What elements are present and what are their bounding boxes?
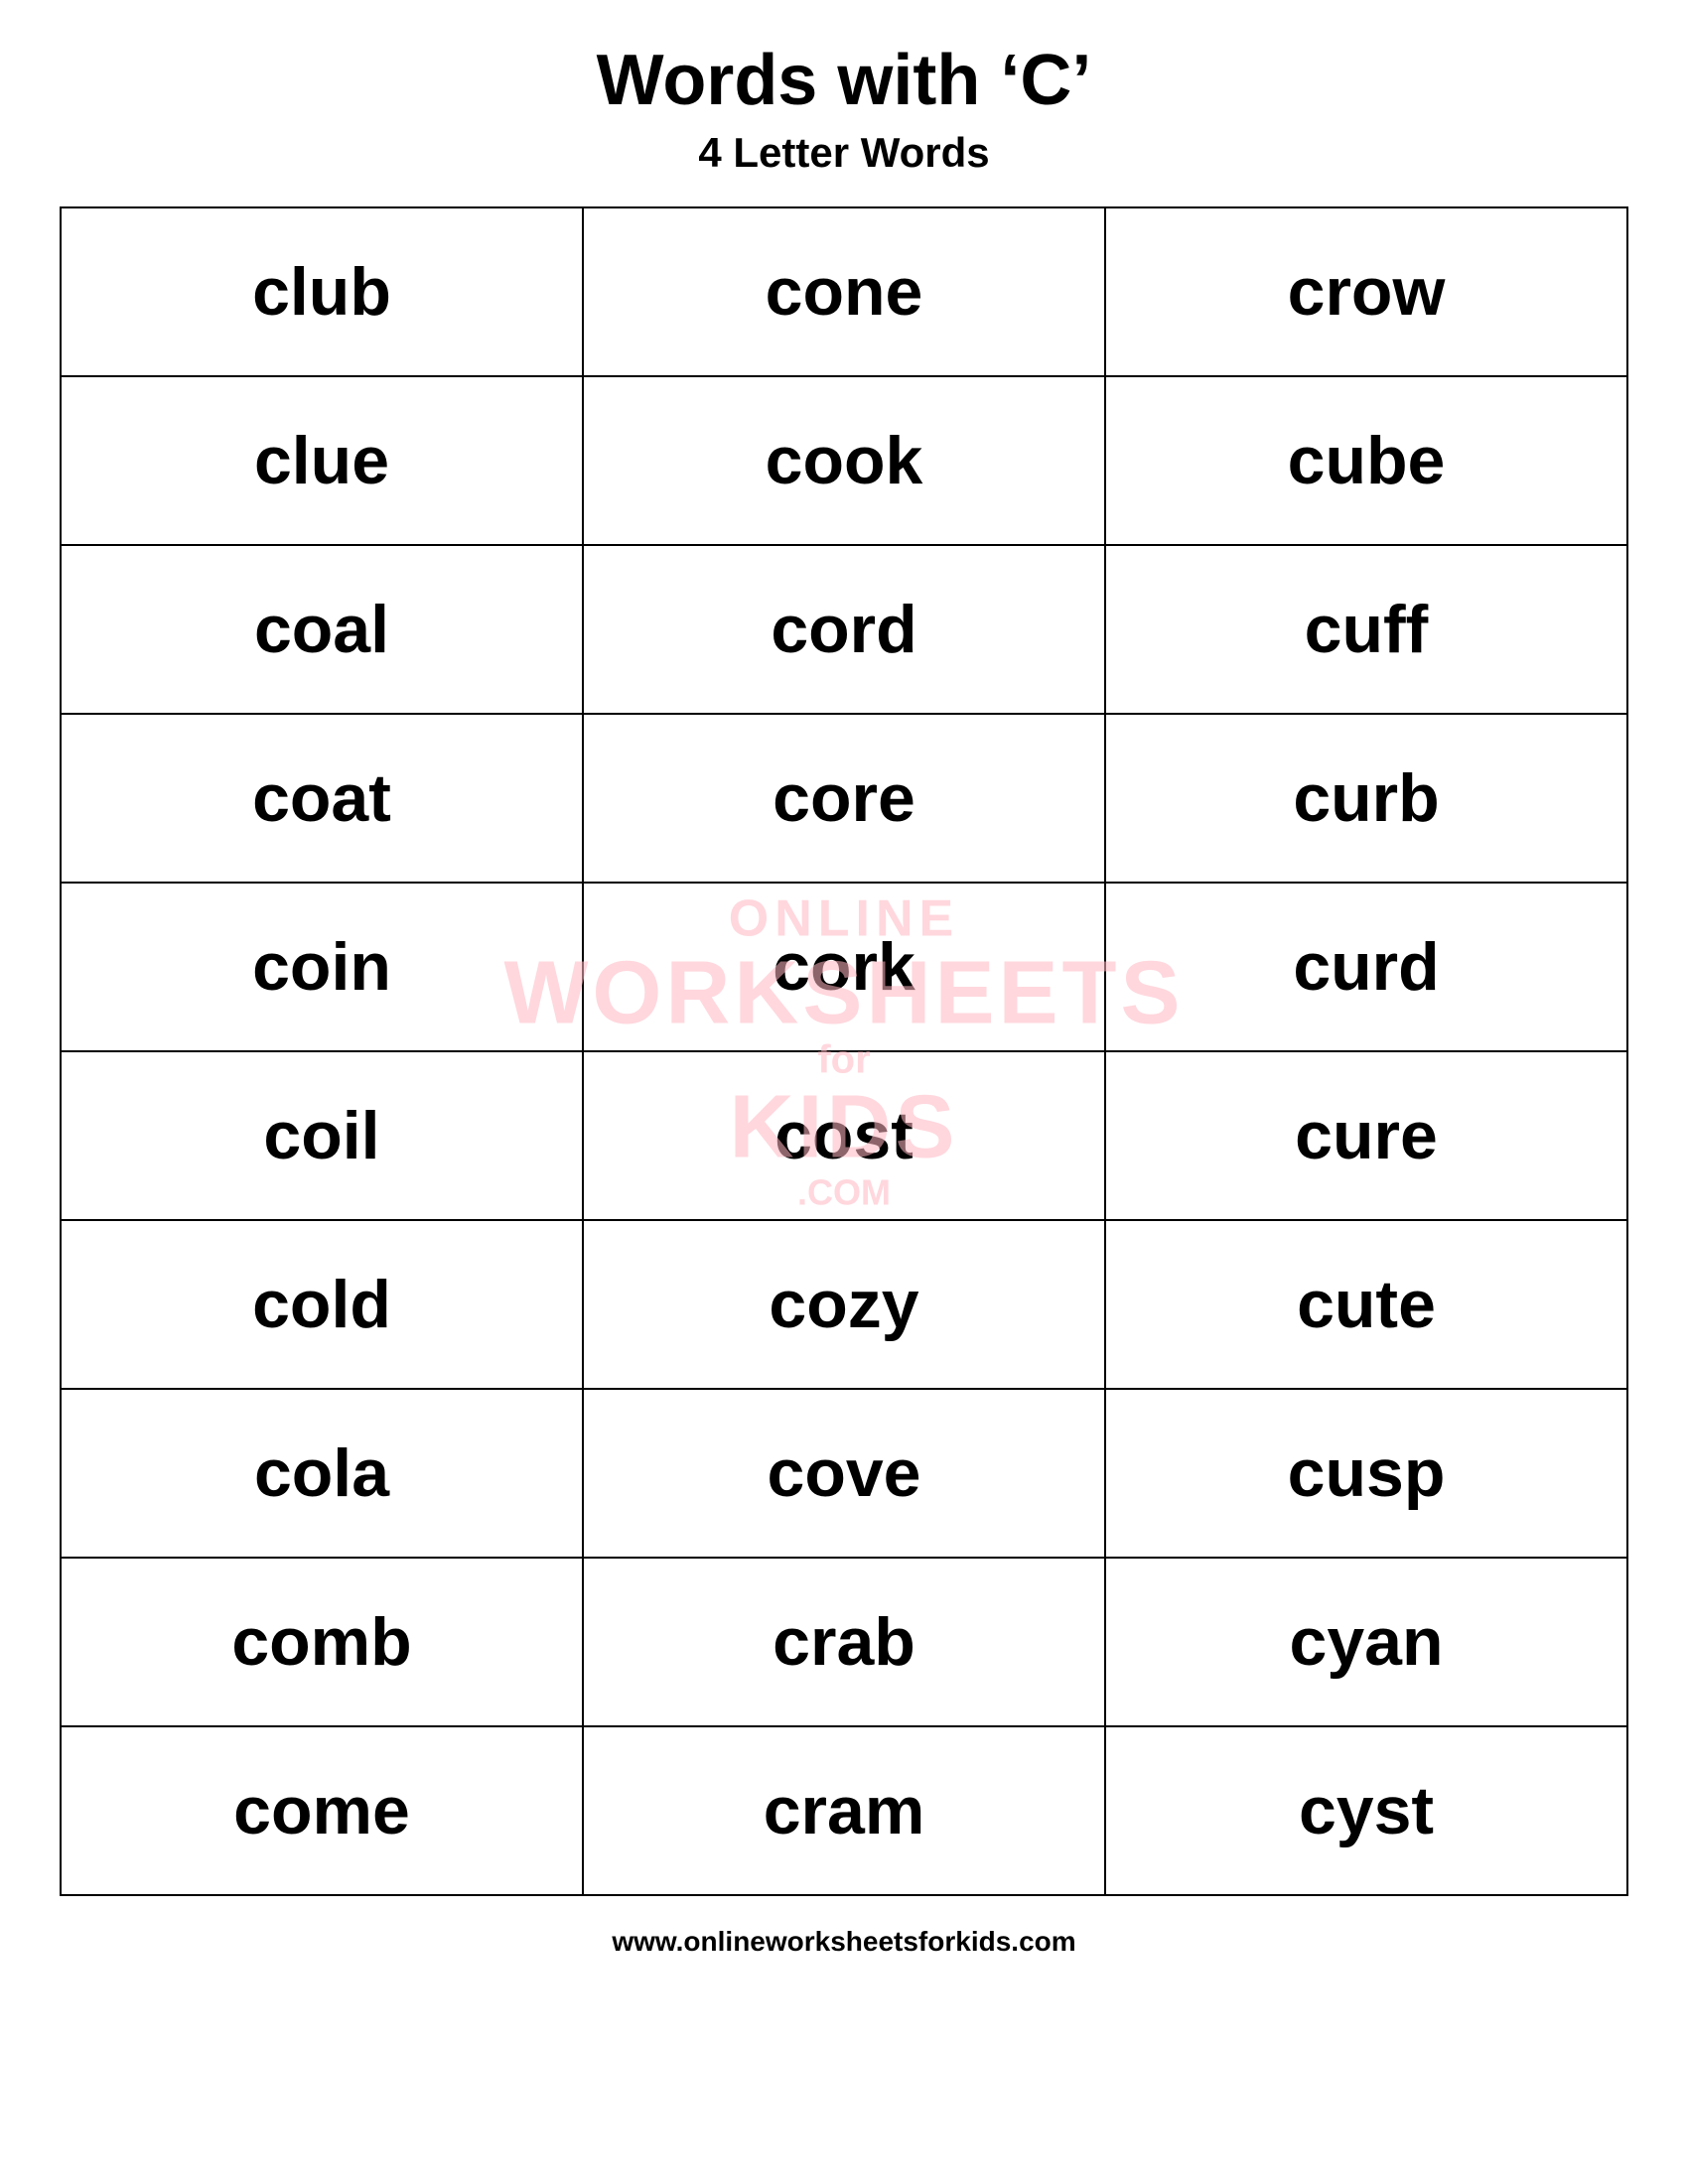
word-cell: cola (61, 1389, 583, 1558)
word-cell: club (61, 207, 583, 376)
word-cell: cure (1105, 1051, 1627, 1220)
word-cell: cube (1105, 376, 1627, 545)
page-subtitle: 4 Letter Words (698, 129, 989, 177)
word-cell: coin (61, 883, 583, 1051)
table-row: cluecookcube (61, 376, 1627, 545)
table-row: comecramcyst (61, 1726, 1627, 1895)
page-title: Words with ‘C’ (597, 40, 1092, 121)
word-cell: cram (583, 1726, 1105, 1895)
word-cell: crab (583, 1558, 1105, 1726)
word-cell: cook (583, 376, 1105, 545)
footer-url: www.onlineworksheetsforkids.com (612, 1926, 1075, 1958)
word-cell: coil (61, 1051, 583, 1220)
word-cell: cyst (1105, 1726, 1627, 1895)
word-cell: coal (61, 545, 583, 714)
word-cell: cozy (583, 1220, 1105, 1389)
word-cell: cork (583, 883, 1105, 1051)
table-row: coalcordcuff (61, 545, 1627, 714)
word-table: clubconecrowcluecookcubecoalcordcuffcoat… (60, 206, 1628, 1896)
word-cell: coat (61, 714, 583, 883)
word-cell: cove (583, 1389, 1105, 1558)
word-cell: clue (61, 376, 583, 545)
table-row: combcrabcyan (61, 1558, 1627, 1726)
table-row: coldcozycute (61, 1220, 1627, 1389)
word-cell: cold (61, 1220, 583, 1389)
table-row: clubconecrow (61, 207, 1627, 376)
word-cell: crow (1105, 207, 1627, 376)
word-cell: come (61, 1726, 583, 1895)
word-cell: cost (583, 1051, 1105, 1220)
word-cell: cone (583, 207, 1105, 376)
table-row: colacovecusp (61, 1389, 1627, 1558)
word-cell: cyan (1105, 1558, 1627, 1726)
word-cell: cuff (1105, 545, 1627, 714)
table-wrapper: clubconecrowcluecookcubecoalcordcuffcoat… (60, 206, 1628, 1896)
word-cell: curb (1105, 714, 1627, 883)
word-cell: curd (1105, 883, 1627, 1051)
table-row: coatcorecurb (61, 714, 1627, 883)
table-row: coilcostcure (61, 1051, 1627, 1220)
word-cell: cord (583, 545, 1105, 714)
word-cell: comb (61, 1558, 583, 1726)
word-cell: cusp (1105, 1389, 1627, 1558)
word-cell: cute (1105, 1220, 1627, 1389)
table-row: coincorkcurd (61, 883, 1627, 1051)
word-cell: core (583, 714, 1105, 883)
